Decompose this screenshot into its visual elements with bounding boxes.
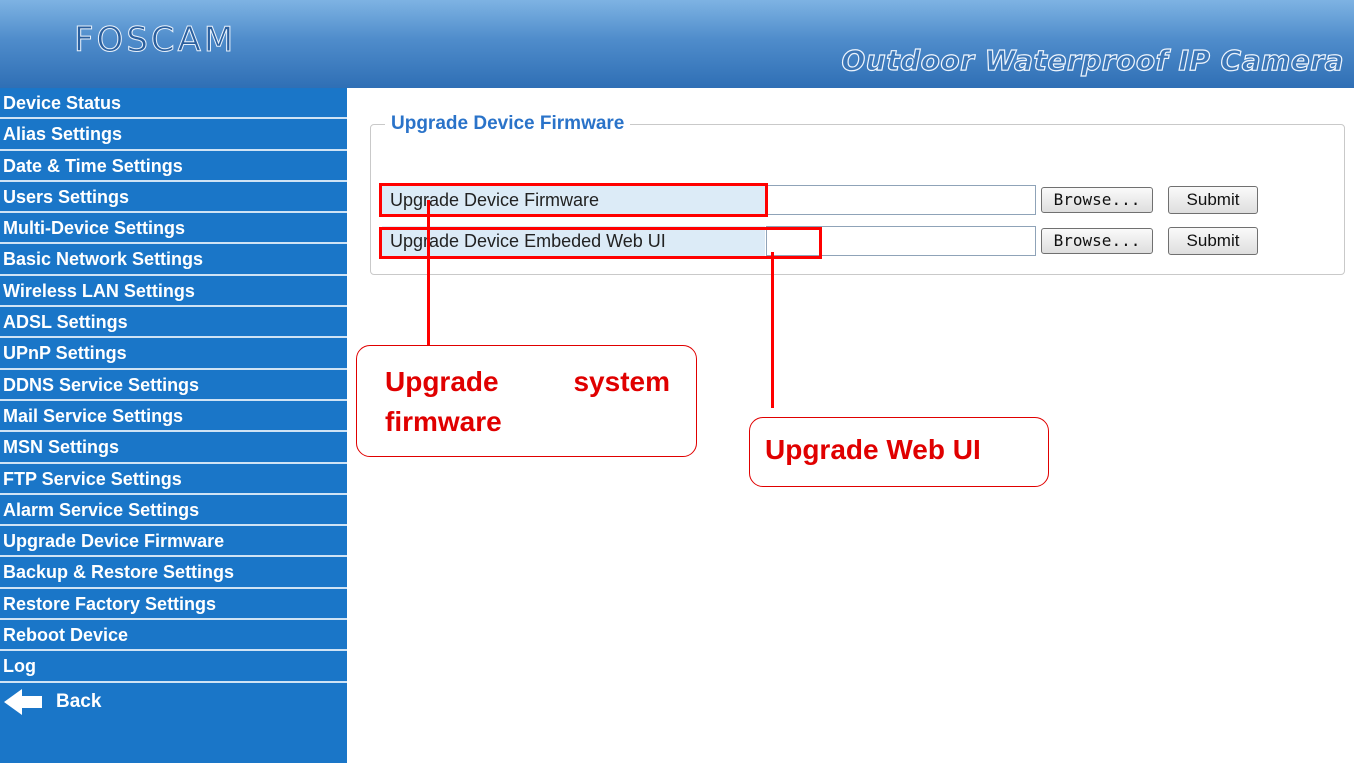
web-ui-submit-button[interactable]: Submit	[1168, 227, 1258, 255]
web-ui-callout-text: Upgrade Web UI	[765, 434, 981, 465]
firmware-file-input[interactable]	[766, 185, 1036, 215]
header-banner: FOSCAM Outdoor Waterproof IP Camera	[0, 0, 1354, 88]
firmware-browse-button[interactable]: Browse...	[1041, 187, 1153, 213]
sidebar-item-upnp-settings[interactable]: UPnP Settings	[0, 338, 347, 370]
sidebar-item-adsl-settings[interactable]: ADSL Settings	[0, 307, 347, 339]
sidebar-item-upgrade-device-firmware[interactable]: Upgrade Device Firmware	[0, 526, 347, 558]
left-arrow-icon	[4, 688, 42, 715]
sidebar-item-ddns-service-settings[interactable]: DDNS Service Settings	[0, 370, 347, 401]
web-ui-browse-button[interactable]: Browse...	[1041, 228, 1153, 254]
sidebar-item-date-time-settings[interactable]: Date & Time Settings	[0, 151, 347, 182]
back-button[interactable]: Back	[0, 683, 347, 720]
sidebar-item-backup-restore-settings[interactable]: Backup & Restore Settings	[0, 557, 347, 589]
sidebar-item-reboot-device[interactable]: Reboot Device	[0, 620, 347, 652]
firmware-callout-line	[427, 200, 430, 346]
sidebar-item-log[interactable]: Log	[0, 651, 347, 683]
sidebar-item-users-settings[interactable]: Users Settings	[0, 182, 347, 214]
section-title: Upgrade Device Firmware	[385, 113, 631, 135]
product-title: Outdoor Waterproof IP Camera	[841, 43, 1344, 77]
system-firmware-callout-text: Upgrade system firmware	[385, 366, 670, 437]
web-ui-callout-line	[771, 252, 774, 408]
sidebar-item-multi-device-settings[interactable]: Multi-Device Settings	[0, 213, 347, 245]
firmware-submit-button[interactable]: Submit	[1168, 186, 1258, 214]
sidebar-item-mail-service-settings[interactable]: Mail Service Settings	[0, 401, 347, 433]
sidebar-item-msn-settings[interactable]: MSN Settings	[0, 432, 347, 464]
sidebar-nav: Device Status Alias Settings Date & Time…	[0, 88, 347, 763]
sidebar-item-alarm-service-settings[interactable]: Alarm Service Settings	[0, 495, 347, 527]
sidebar-item-basic-network-settings[interactable]: Basic Network Settings	[0, 244, 347, 276]
foscam-logo: FOSCAM	[73, 20, 237, 61]
sidebar-item-alias-settings[interactable]: Alias Settings	[0, 119, 347, 151]
sidebar-item-restore-factory-settings[interactable]: Restore Factory Settings	[0, 589, 347, 621]
web-ui-callout: Upgrade Web UI	[749, 417, 1049, 487]
web-ui-highlight-box	[379, 227, 822, 259]
firmware-highlight-box	[379, 183, 768, 217]
sidebar-item-wireless-lan-settings[interactable]: Wireless LAN Settings	[0, 276, 347, 308]
sidebar-item-device-status[interactable]: Device Status	[0, 88, 347, 120]
system-firmware-callout: Upgrade system firmware	[356, 345, 697, 457]
sidebar-item-ftp-service-settings[interactable]: FTP Service Settings	[0, 464, 347, 495]
back-label: Back	[56, 690, 102, 712]
